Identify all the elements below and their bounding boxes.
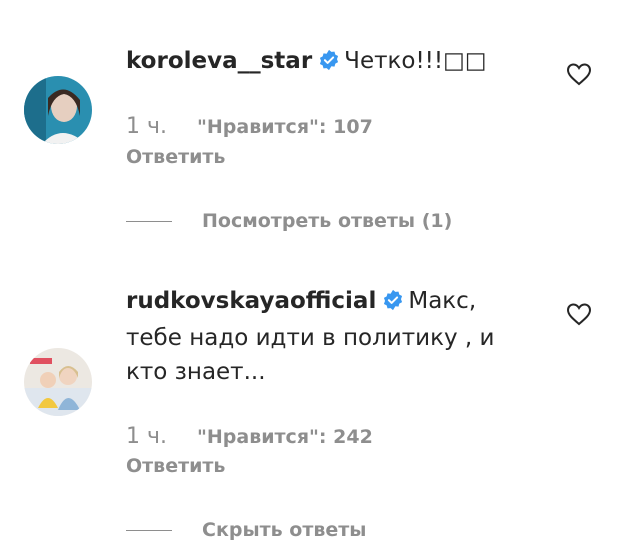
verified-badge-icon <box>318 47 340 81</box>
reply-button[interactable]: Ответить <box>126 146 225 168</box>
comment-time[interactable]: 1 ч. <box>126 424 167 449</box>
heart-outline-icon[interactable] <box>566 302 592 326</box>
comment-username[interactable]: koroleva__star <box>126 48 312 74</box>
comment-meta: 1 ч. "Нравится": 242 <box>126 424 373 449</box>
view-replies-button[interactable]: Посмотреть ответы (1) <box>126 208 452 234</box>
replies-divider <box>126 220 172 222</box>
avatar-image <box>24 76 92 144</box>
comment-text: Четко!!!□□ <box>344 48 487 74</box>
comment-meta: 1 ч. "Нравится": 107 <box>126 114 373 139</box>
comment-text-line: тебе надо идти в политику , и <box>126 325 495 351</box>
view-replies-label: Посмотреть ответы (1) <box>202 210 453 232</box>
comment-text-line: Макс, <box>408 288 477 314</box>
hide-replies-label: Скрыть ответы <box>202 519 367 541</box>
comment-time[interactable]: 1 ч. <box>126 114 167 139</box>
hide-replies-button[interactable]: Скрыть ответы <box>126 517 366 543</box>
avatar[interactable] <box>24 76 92 144</box>
comment-body: koroleva__star Четко!!!□□ <box>126 44 526 81</box>
likes-count[interactable]: "Нравится": 242 <box>197 426 373 448</box>
avatar[interactable] <box>24 348 92 416</box>
comment-username[interactable]: rudkovskayaofficial <box>126 288 376 314</box>
reply-button[interactable]: Ответить <box>126 455 225 477</box>
likes-count[interactable]: "Нравится": 107 <box>197 116 373 138</box>
comment-text-line: кто знает... <box>126 359 266 385</box>
avatar-image <box>24 348 92 416</box>
replies-divider <box>126 529 172 531</box>
verified-badge-icon <box>382 287 404 321</box>
comment-body: rudkovskayaofficial Макс, тебе надо идти … <box>126 284 526 389</box>
heart-outline-icon[interactable] <box>566 62 592 86</box>
